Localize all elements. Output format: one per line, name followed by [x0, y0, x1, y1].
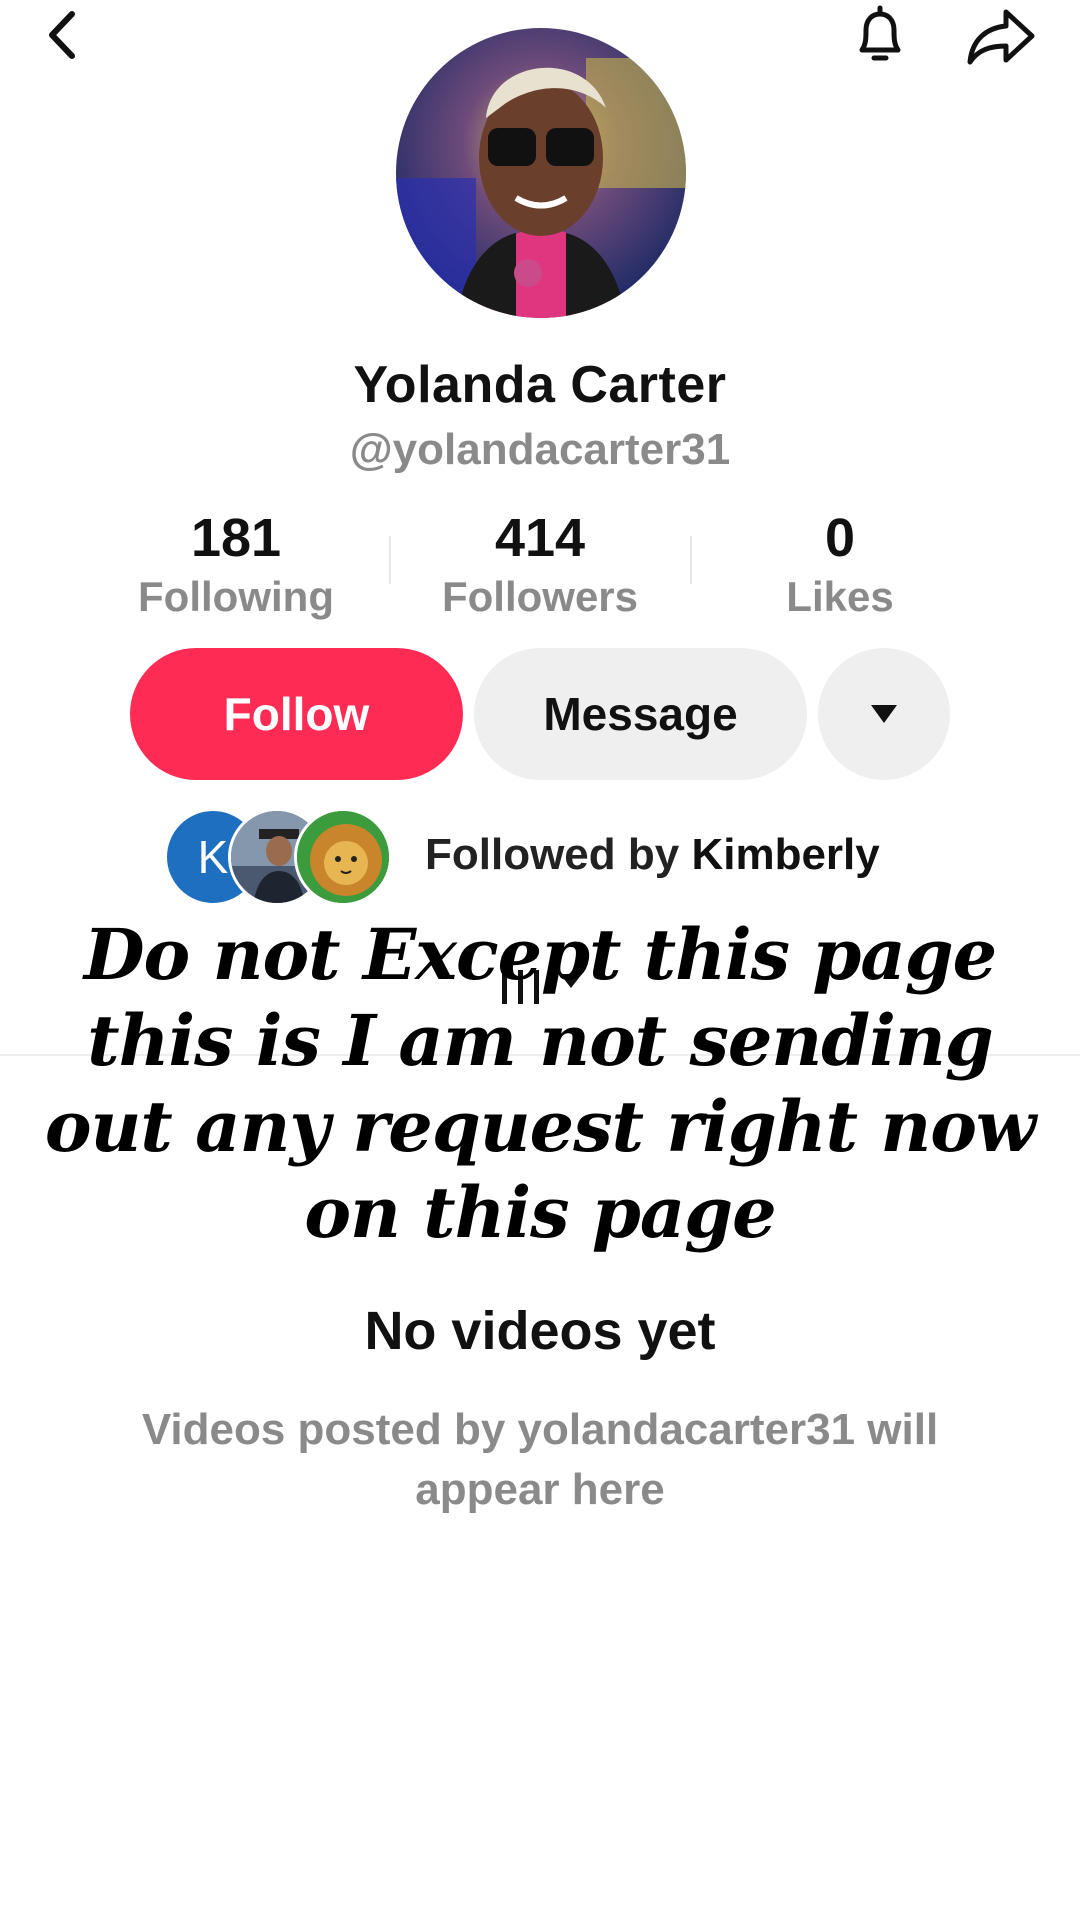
followed-by-text[interactable]: Followed by Kimberly — [425, 830, 880, 880]
profile-name: Yolanda Carter — [353, 356, 727, 414]
stat-divider — [690, 536, 692, 584]
followed-by-prefix: Followed by — [425, 830, 692, 879]
share-icon[interactable] — [964, 4, 1038, 70]
back-chevron-icon[interactable] — [40, 6, 84, 64]
following-count: 181 — [190, 508, 282, 568]
following-label: Following — [138, 573, 334, 620]
message-button[interactable]: Message — [474, 648, 807, 780]
caret-down-icon — [869, 703, 899, 725]
mutual-followers-avatars[interactable]: K — [164, 808, 400, 908]
stat-likes[interactable]: 0 Likes — [715, 505, 965, 623]
profile-handle: @yolandacarter31 — [349, 425, 731, 474]
followers-label: Followers — [441, 573, 639, 620]
more-options-button[interactable] — [818, 648, 950, 780]
bell-icon[interactable] — [848, 4, 912, 70]
stat-followers[interactable]: 414 Followers — [415, 505, 665, 623]
likes-count: 0 — [824, 508, 856, 568]
empty-state-title: No videos yet — [364, 1301, 716, 1361]
follow-button[interactable]: Follow — [130, 648, 463, 780]
empty-state-description: Videos posted by yolandacarter31 will ap… — [141, 1405, 939, 1514]
likes-label: Likes — [786, 573, 894, 620]
followed-by-name: Kimberly — [691, 830, 880, 879]
stat-following[interactable]: 181 Following — [111, 505, 361, 623]
profile-avatar[interactable] — [396, 28, 686, 318]
overlay-warning-text: Do not Except this page this is I am not… — [44, 913, 1036, 1254]
mutual-avatar-lion — [294, 808, 392, 906]
stat-divider — [389, 536, 391, 584]
followers-count: 414 — [494, 508, 586, 568]
